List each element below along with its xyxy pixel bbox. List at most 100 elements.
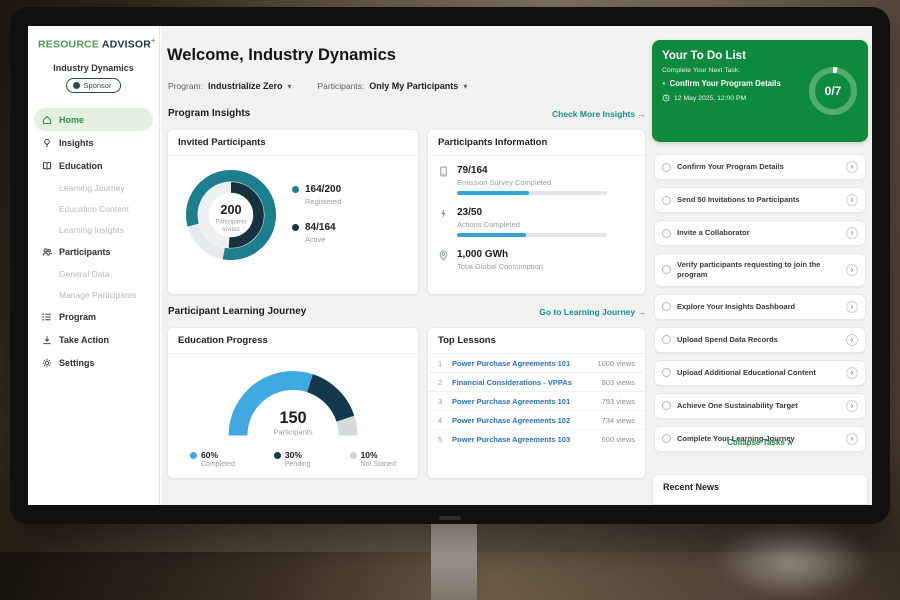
chevron-right-icon[interactable]: ›	[846, 194, 858, 206]
task-checkbox[interactable]	[662, 401, 671, 410]
emission-survey-stat: 79/164 Emission Survey Completed	[438, 165, 635, 195]
chevron-right-icon[interactable]: ›	[846, 334, 858, 346]
lesson-row[interactable]: 2 Financial Considerations - VPPAs 803 v…	[428, 373, 645, 392]
sidebar-item-learning-insights[interactable]: Learning Insights	[34, 219, 153, 240]
invited-participants-card: Invited Participants 200 Participants In…	[167, 129, 419, 295]
task-list: Confirm Your Program Details › Send 50 I…	[654, 154, 866, 452]
program-insights-header: Program Insights Check More Insights →	[168, 108, 646, 119]
monitor-logo	[439, 516, 461, 520]
legend-item-active: 84/164 Active	[292, 222, 341, 244]
lesson-link[interactable]: Power Purchase Agreements 101	[452, 359, 591, 368]
lesson-link[interactable]: Power Purchase Agreements 103	[452, 435, 596, 444]
todo-next-task[interactable]: ● Confirm Your Program Details	[662, 79, 802, 88]
task-row[interactable]: Upload Spend Data Records ›	[654, 327, 866, 353]
book-icon	[42, 161, 52, 171]
sidebar-item-settings[interactable]: Settings	[34, 351, 153, 374]
task-checkbox[interactable]	[662, 302, 671, 311]
sidebar: RESOURCE ADVISOR+ Industry Dynamics Spon…	[28, 26, 160, 505]
sidebar-item-manage-participants[interactable]: Manage Participants	[34, 284, 153, 305]
sidebar-item-learning-journey[interactable]: Learning Journey	[34, 177, 153, 198]
lesson-link[interactable]: Financial Considerations - VPPAs	[452, 378, 596, 387]
todo-title: Your To Do List	[662, 50, 858, 62]
program-filter-label: Program:	[168, 81, 203, 91]
dashboard-screen: Welcome, Industry Dynamics Program: Indu…	[28, 26, 872, 505]
people-icon	[42, 247, 52, 257]
active-dot	[292, 224, 299, 231]
chevron-up-icon: ∧	[787, 438, 793, 447]
org-name: Industry Dynamics	[28, 63, 159, 73]
chevron-right-icon[interactable]: ›	[846, 227, 858, 239]
participants-filter: Participants: Only My Participants ▾	[318, 81, 468, 91]
chevron-down-icon[interactable]: ▾	[463, 82, 467, 91]
learning-journey-header: Participant Learning Journey Go to Learn…	[168, 306, 646, 317]
sidebar-item-home[interactable]: Home	[34, 108, 153, 131]
actions-progress-bar	[457, 233, 607, 237]
task-row[interactable]: Explore Your Insights Dashboard ›	[654, 294, 866, 320]
sidebar-item-program[interactable]: Program	[34, 305, 153, 328]
check-more-insights-link[interactable]: Check More Insights →	[552, 109, 646, 119]
task-row[interactable]: Send 50 Invitations to Participants ›	[654, 187, 866, 213]
sidebar-item-participants[interactable]: Participants	[34, 240, 153, 263]
sidebar-item-education[interactable]: Education	[34, 154, 153, 177]
recent-news-header: Recent News	[652, 474, 868, 505]
chevron-right-icon[interactable]: ›	[846, 400, 858, 412]
chevron-down-icon[interactable]: ▾	[287, 82, 291, 91]
sidebar-nav: Home Insights Education Learning Journey…	[34, 108, 153, 374]
gauge-center-value: 150	[279, 409, 306, 427]
education-progress-card: Education Progress 150 Participants 60% …	[167, 327, 419, 479]
sidebar-item-take-action[interactable]: Take Action	[34, 328, 153, 351]
education-gauge-chart: 150 Participants	[218, 358, 368, 448]
invited-legend: 164/200 Registered 84/164 Active	[292, 184, 341, 268]
task-row[interactable]: Verify participants requesting to join t…	[654, 253, 866, 287]
card-title: Education Progress	[168, 328, 418, 354]
task-row[interactable]: Upload Additional Educational Content ›	[654, 360, 866, 386]
sidebar-item-education-content[interactable]: Education Content	[34, 198, 153, 219]
chevron-right-icon[interactable]: ›	[846, 301, 858, 313]
participants-information-card: Participants Information 79/164 Emission…	[427, 129, 646, 295]
task-checkbox[interactable]	[662, 163, 671, 172]
task-checkbox[interactable]	[662, 229, 671, 238]
task-checkbox[interactable]	[662, 265, 671, 274]
completed-dot	[190, 452, 197, 459]
go-to-learning-journey-link[interactable]: Go to Learning Journey →	[539, 307, 646, 317]
monitor-stand	[431, 521, 477, 600]
clock-icon	[662, 94, 670, 102]
sidebar-item-general-data[interactable]: General Data	[34, 263, 153, 284]
sidebar-item-insights[interactable]: Insights	[34, 131, 153, 154]
actions-completed-stat: 23/50 Actions Completed	[438, 207, 635, 237]
location-pin-icon	[438, 250, 449, 261]
collapse-tasks-button[interactable]: Collapse Tasks ∧	[652, 438, 868, 447]
app-logo: RESOURCE ADVISOR+	[38, 36, 156, 51]
task-row[interactable]: Invite a Collaborator ›	[654, 220, 866, 246]
top-lessons-card: Top Lessons 1 Power Purchase Agreements …	[427, 327, 646, 479]
emission-progress-bar	[457, 191, 607, 195]
main-content-area: Welcome, Industry Dynamics Program: Indu…	[161, 26, 872, 505]
lesson-row[interactable]: 4 Power Purchase Agreements 102 734 view…	[428, 411, 645, 430]
home-icon	[42, 115, 52, 125]
bullet-icon: ●	[662, 81, 666, 87]
participants-select[interactable]: Only My Participants	[369, 81, 458, 91]
todo-hero-card: Your To Do List Complete Your Next Task:…	[652, 40, 868, 142]
donut-center-label-1: Participants	[216, 219, 247, 225]
chevron-right-icon[interactable]: ›	[846, 264, 858, 276]
lesson-row[interactable]: 5 Power Purchase Agreements 103 600 view…	[428, 430, 645, 448]
chevron-right-icon[interactable]: ›	[846, 367, 858, 379]
lesson-link[interactable]: Power Purchase Agreements 102	[452, 416, 596, 425]
sponsor-badge: Sponsor	[66, 78, 122, 93]
lesson-link[interactable]: Power Purchase Agreements 101	[452, 397, 596, 406]
task-checkbox[interactable]	[662, 196, 671, 205]
gauge-center-label: Participants	[273, 427, 312, 436]
invited-donut-chart: 200 Participants Invited	[178, 162, 284, 268]
page-title: Welcome, Industry Dynamics	[167, 46, 396, 65]
education-legend: 60% Completed 30% Pending 10% Not Starte…	[178, 450, 408, 468]
chevron-right-icon[interactable]: ›	[846, 161, 858, 173]
task-checkbox[interactable]	[662, 368, 671, 377]
sponsor-icon	[73, 82, 80, 89]
task-row[interactable]: Confirm Your Program Details ›	[654, 154, 866, 180]
lesson-row[interactable]: 3 Power Purchase Agreements 101 793 view…	[428, 392, 645, 411]
task-row[interactable]: Achieve One Sustainability Target ›	[654, 393, 866, 419]
program-select[interactable]: Industrialize Zero	[208, 81, 283, 91]
lesson-row[interactable]: 1 Power Purchase Agreements 101 1000 vie…	[428, 354, 645, 373]
filter-bar: Program: Industrialize Zero ▾ Participan…	[168, 81, 467, 91]
task-checkbox[interactable]	[662, 335, 671, 344]
